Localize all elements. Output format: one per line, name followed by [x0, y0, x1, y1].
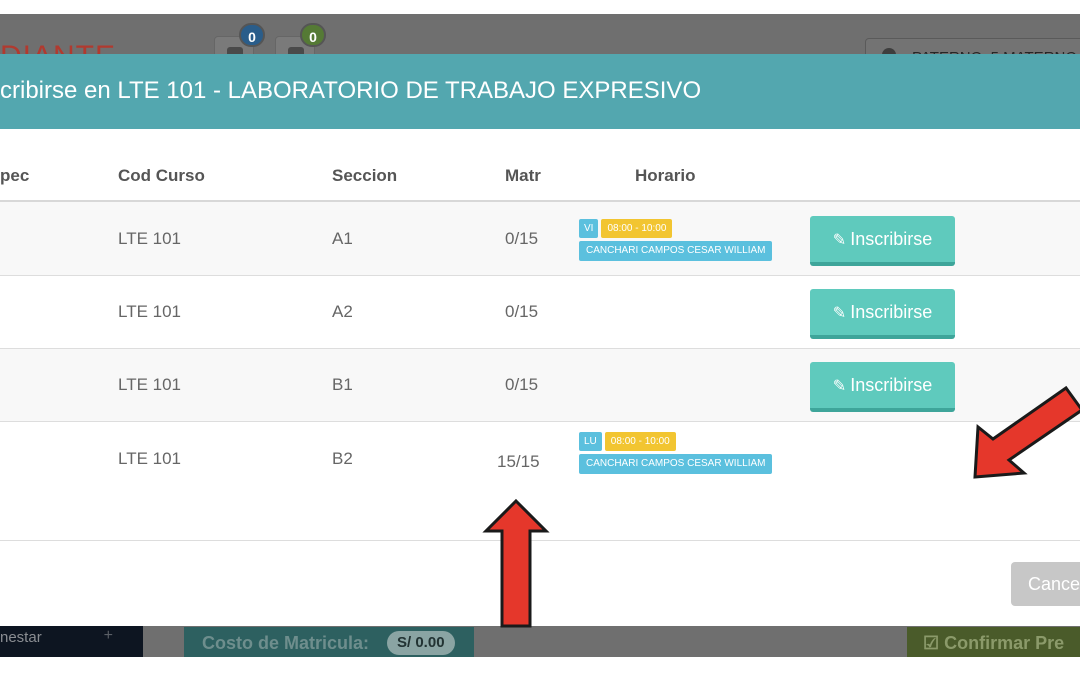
inscribirse-button[interactable]: ✎ Inscribirse — [810, 362, 955, 412]
inscribirse-label: Inscribirse — [850, 229, 933, 249]
plus-icon: + — [103, 627, 113, 644]
inscribirse-label: Inscribirse — [850, 375, 933, 395]
enroll-modal: cribirse en LTE 101 - LABORATORIO DE TRA… — [0, 54, 1080, 626]
sidebar-item-label: nestar — [0, 629, 42, 646]
cell-cod-curso: LTE 101 — [118, 449, 182, 468]
sidebar-item-bienestar[interactable]: nestar + — [0, 626, 143, 657]
schedule-info: LU 08:00 - 10:00 CANCHARI CAMPOS CESAR W… — [579, 432, 773, 474]
modal-title: cribirse en LTE 101 - LABORATORIO DE TRA… — [0, 77, 702, 104]
cell-cod-curso: LTE 101 — [118, 375, 182, 394]
confirm-button[interactable]: ☑ Confirmar Pre — [907, 627, 1080, 657]
messages-badge: 0 — [300, 23, 326, 47]
column-header-matr: Matr — [505, 166, 541, 185]
cost-label: Costo de Matricula: — [202, 633, 370, 653]
schedule-info: VI 08:00 - 10:00 CANCHARI CAMPOS CESAR W… — [579, 219, 773, 261]
inscribirse-button[interactable]: ✎ Inscribirse — [810, 216, 955, 266]
cell-seccion: B2 — [332, 449, 353, 468]
inscribirse-label: Inscribirse — [850, 302, 933, 322]
cell-cod-curso: LTE 101 — [118, 229, 182, 248]
footer-divider — [0, 540, 1080, 541]
cost-bar: Costo de Matricula: S/ 0.00 — [184, 627, 474, 657]
time-tag: 08:00 - 10:00 — [604, 432, 676, 451]
table-row: LTE 101 A2 0/15 ✎ Inscribirse — [0, 276, 1080, 349]
day-tag: LU — [579, 432, 602, 451]
confirm-label: ☑ Confirmar Pre — [923, 633, 1065, 653]
cost-amount-badge: S/ 0.00 — [387, 631, 455, 655]
notifications-badge: 0 — [239, 23, 265, 47]
teacher-tag: CANCHARI CAMPOS CESAR WILLIAM — [579, 454, 773, 474]
table-row: LTE 101 A1 0/15 VI 08:00 - 10:00 CANCHAR… — [0, 202, 1080, 275]
modal-header: cribirse en LTE 101 - LABORATORIO DE TRA… — [0, 54, 1080, 129]
cell-seccion: A2 — [332, 302, 353, 321]
table-row: LTE 101 B1 0/15 ✎ Inscribirse — [0, 349, 1080, 422]
column-header-cod-curso: Cod Curso — [118, 166, 205, 185]
pencil-icon: ✎ — [832, 305, 847, 322]
time-tag: 08:00 - 10:00 — [601, 219, 673, 238]
cell-matr: 0/15 — [505, 229, 539, 248]
column-header-horario: Horario — [635, 166, 696, 185]
day-tag: VI — [579, 219, 599, 238]
cancel-button[interactable]: Cancelar — [1011, 562, 1080, 606]
table-row: LTE 101 B2 15/15 LU 08:00 - 10:00 CANCHA… — [0, 422, 1080, 495]
inscribirse-button[interactable]: ✎ Inscribirse — [810, 289, 955, 339]
column-header-espec: pec — [0, 166, 30, 185]
cell-matr: 15/15 — [497, 452, 540, 471]
cell-matr: 0/15 — [505, 302, 539, 321]
cell-seccion: A1 — [332, 229, 353, 248]
cell-matr: 0/15 — [505, 375, 539, 394]
cell-cod-curso: LTE 101 — [118, 302, 182, 321]
cell-seccion: B1 — [332, 375, 353, 394]
column-header-seccion: Seccion — [332, 166, 398, 185]
pencil-icon: ✎ — [832, 378, 847, 395]
teacher-tag: CANCHARI CAMPOS CESAR WILLIAM — [579, 241, 773, 261]
pencil-icon: ✎ — [832, 232, 847, 249]
cancel-label: Cancelar — [1028, 574, 1080, 594]
